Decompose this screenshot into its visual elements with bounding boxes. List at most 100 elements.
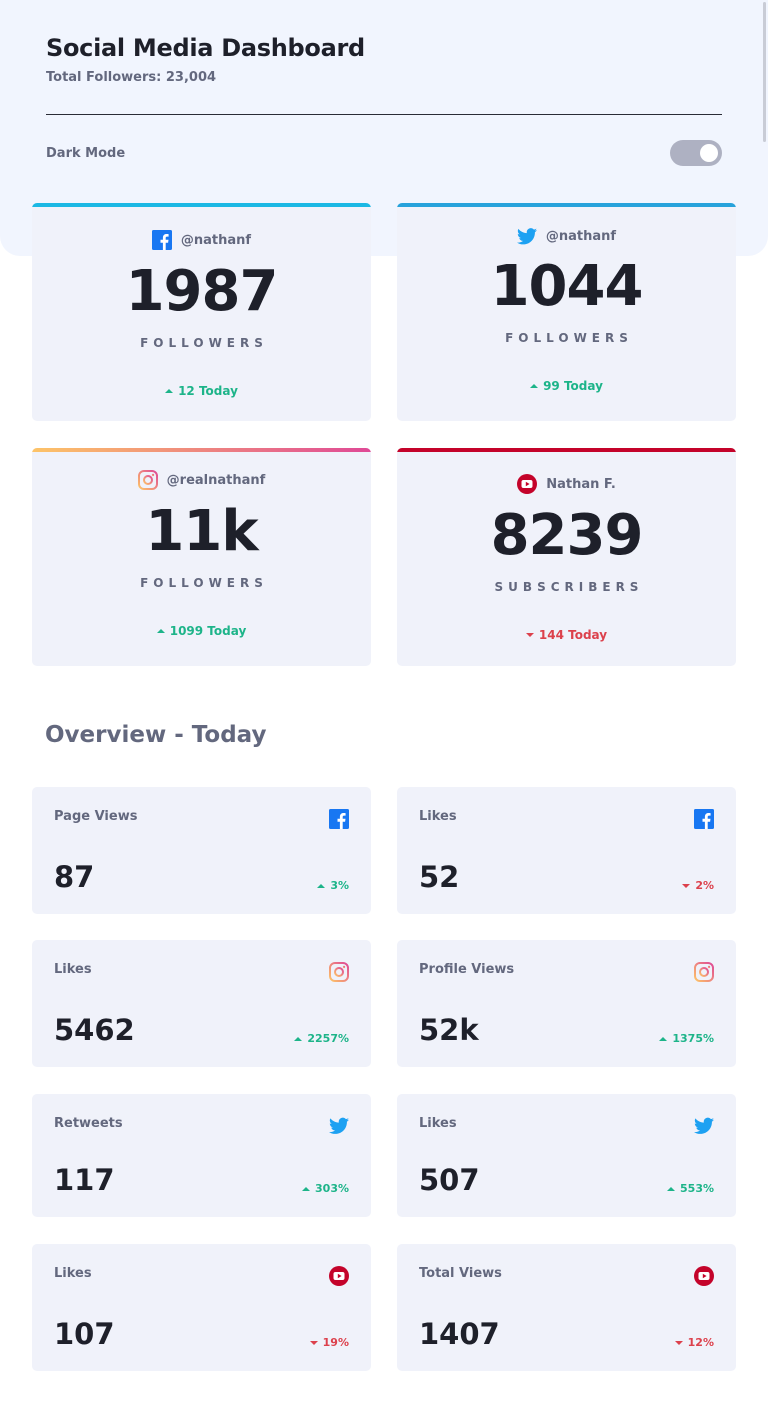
- arrow-up-icon: [530, 384, 539, 388]
- overview-card-instagram-likes[interactable]: Likes 5462 2257%: [32, 940, 371, 1067]
- overview-value: 52k: [419, 1013, 479, 1047]
- overview-label: Likes: [54, 1266, 92, 1281]
- overview-card-twitter-retweets[interactable]: Retweets 117 303%: [32, 1094, 371, 1217]
- arrow-up-icon: [317, 883, 326, 888]
- card-change-value: 99 Today: [543, 379, 603, 393]
- twitter-icon: [516, 228, 537, 245]
- facebook-icon: [694, 809, 714, 829]
- overview-change-value: 2257%: [307, 1032, 349, 1045]
- overview-change: 12%: [674, 1336, 714, 1349]
- card-handle: @nathanf: [545, 229, 617, 244]
- card-change-value: 1099 Today: [169, 624, 247, 638]
- arrow-down-icon: [525, 633, 534, 637]
- instagram-icon: [137, 470, 158, 490]
- card-youtube[interactable]: Nathan F. 8239 SUBSCRIBERS 144 Today: [397, 448, 736, 666]
- overview-card-youtube-likes[interactable]: Likes 107 19%: [32, 1244, 371, 1371]
- youtube-icon: [517, 474, 538, 494]
- overview-change: 2257%: [294, 1032, 349, 1045]
- toggle-knob: [700, 144, 718, 162]
- overview-change: 19%: [309, 1336, 349, 1349]
- card-accent-bar: [397, 203, 736, 207]
- overview-change-value: 3%: [330, 879, 349, 892]
- card-change-value: 12 Today: [178, 384, 238, 398]
- overview-label: Retweets: [54, 1116, 123, 1131]
- overview-change-value: 553%: [680, 1182, 714, 1195]
- overview-card-facebook-page-views[interactable]: Page Views 87 3%: [32, 787, 371, 914]
- card-handle-row: @realnathanf: [32, 470, 371, 490]
- arrow-up-icon: [294, 1036, 303, 1041]
- card-unit: SUBSCRIBERS: [494, 580, 644, 594]
- overview-title: Overview - Today: [45, 722, 267, 748]
- arrow-down-icon: [682, 883, 691, 888]
- card-change: 99 Today: [397, 379, 736, 393]
- card-count: 1044: [490, 254, 644, 319]
- twitter-icon: [694, 1117, 714, 1134]
- youtube-icon: [329, 1266, 349, 1286]
- overview-change-value: 12%: [687, 1336, 714, 1349]
- card-accent-bar: [32, 203, 371, 207]
- overview-value: 5462: [54, 1013, 135, 1047]
- overview-change-value: 19%: [322, 1336, 349, 1349]
- overview-change: 303%: [302, 1182, 349, 1195]
- card-handle: @realnathanf: [166, 472, 266, 488]
- card-handle-row: @nathanf: [32, 230, 371, 250]
- card-change-value: 144 Today: [538, 628, 608, 642]
- card-unit: FOLLOWERS: [140, 336, 268, 350]
- card-unit: FOLLOWERS: [140, 576, 268, 590]
- card-count: 1987: [125, 259, 279, 324]
- card-accent-bar: [397, 448, 736, 452]
- overview-card-instagram-profile-views[interactable]: Profile Views 52k 1375%: [397, 940, 736, 1067]
- dark-mode-label: Dark Mode: [46, 145, 126, 161]
- page-title: Social Media Dashboard: [46, 34, 365, 62]
- card-change: 144 Today: [397, 628, 736, 642]
- total-followers: Total Followers: 23,004: [46, 70, 217, 85]
- instagram-icon: [329, 962, 349, 982]
- overview-change: 1375%: [659, 1032, 714, 1045]
- arrow-down-icon: [674, 1340, 683, 1345]
- overview-change-value: 2%: [695, 879, 714, 892]
- overview-label: Profile Views: [419, 962, 515, 977]
- overview-change-value: 1375%: [672, 1032, 714, 1045]
- overview-change: 553%: [667, 1182, 714, 1195]
- card-handle: @nathanf: [180, 232, 252, 248]
- card-instagram[interactable]: @realnathanf 11k FOLLOWERS 1099 Today: [32, 448, 371, 666]
- overview-value: 1407: [419, 1317, 500, 1351]
- overview-label: Total Views: [419, 1266, 502, 1281]
- overview-label: Likes: [54, 962, 92, 977]
- overview-value: 117: [54, 1163, 115, 1197]
- overview-value: 87: [54, 860, 95, 894]
- scrollbar-thumb[interactable]: [763, 2, 766, 142]
- card-handle: Nathan F.: [546, 476, 616, 492]
- facebook-icon: [329, 809, 349, 829]
- card-change: 1099 Today: [32, 624, 371, 638]
- arrow-up-icon: [165, 389, 174, 393]
- arrow-up-icon: [302, 1186, 311, 1191]
- overview-change-value: 303%: [315, 1182, 349, 1195]
- overview-card-facebook-likes[interactable]: Likes 52 2%: [397, 787, 736, 914]
- overview-label: Page Views: [54, 809, 138, 824]
- dark-mode-toggle[interactable]: [670, 140, 722, 166]
- card-accent-bar: [32, 448, 371, 452]
- dark-mode-row: Dark Mode: [46, 140, 722, 166]
- card-twitter[interactable]: @nathanf 1044 FOLLOWERS 99 Today: [397, 203, 736, 421]
- instagram-icon: [694, 962, 714, 982]
- overview-card-twitter-likes[interactable]: Likes 507 553%: [397, 1094, 736, 1217]
- overview-card-youtube-total-views[interactable]: Total Views 1407 12%: [397, 1244, 736, 1371]
- twitter-icon: [329, 1117, 349, 1134]
- overview-label: Likes: [419, 809, 457, 824]
- overview-label: Likes: [419, 1116, 457, 1131]
- youtube-icon: [694, 1266, 714, 1286]
- card-facebook[interactable]: @nathanf 1987 FOLLOWERS 12 Today: [32, 203, 371, 421]
- arrow-up-icon: [156, 629, 165, 633]
- overview-value: 52: [419, 860, 460, 894]
- arrow-down-icon: [309, 1340, 318, 1345]
- card-handle-row: Nathan F.: [397, 474, 736, 494]
- arrow-up-icon: [667, 1186, 676, 1191]
- arrow-up-icon: [659, 1036, 668, 1041]
- header-divider: [46, 114, 722, 115]
- card-count: 11k: [145, 499, 258, 564]
- card-unit: FOLLOWERS: [505, 331, 633, 345]
- facebook-icon: [151, 230, 172, 250]
- card-count: 8239: [490, 503, 644, 568]
- card-change: 12 Today: [32, 384, 371, 398]
